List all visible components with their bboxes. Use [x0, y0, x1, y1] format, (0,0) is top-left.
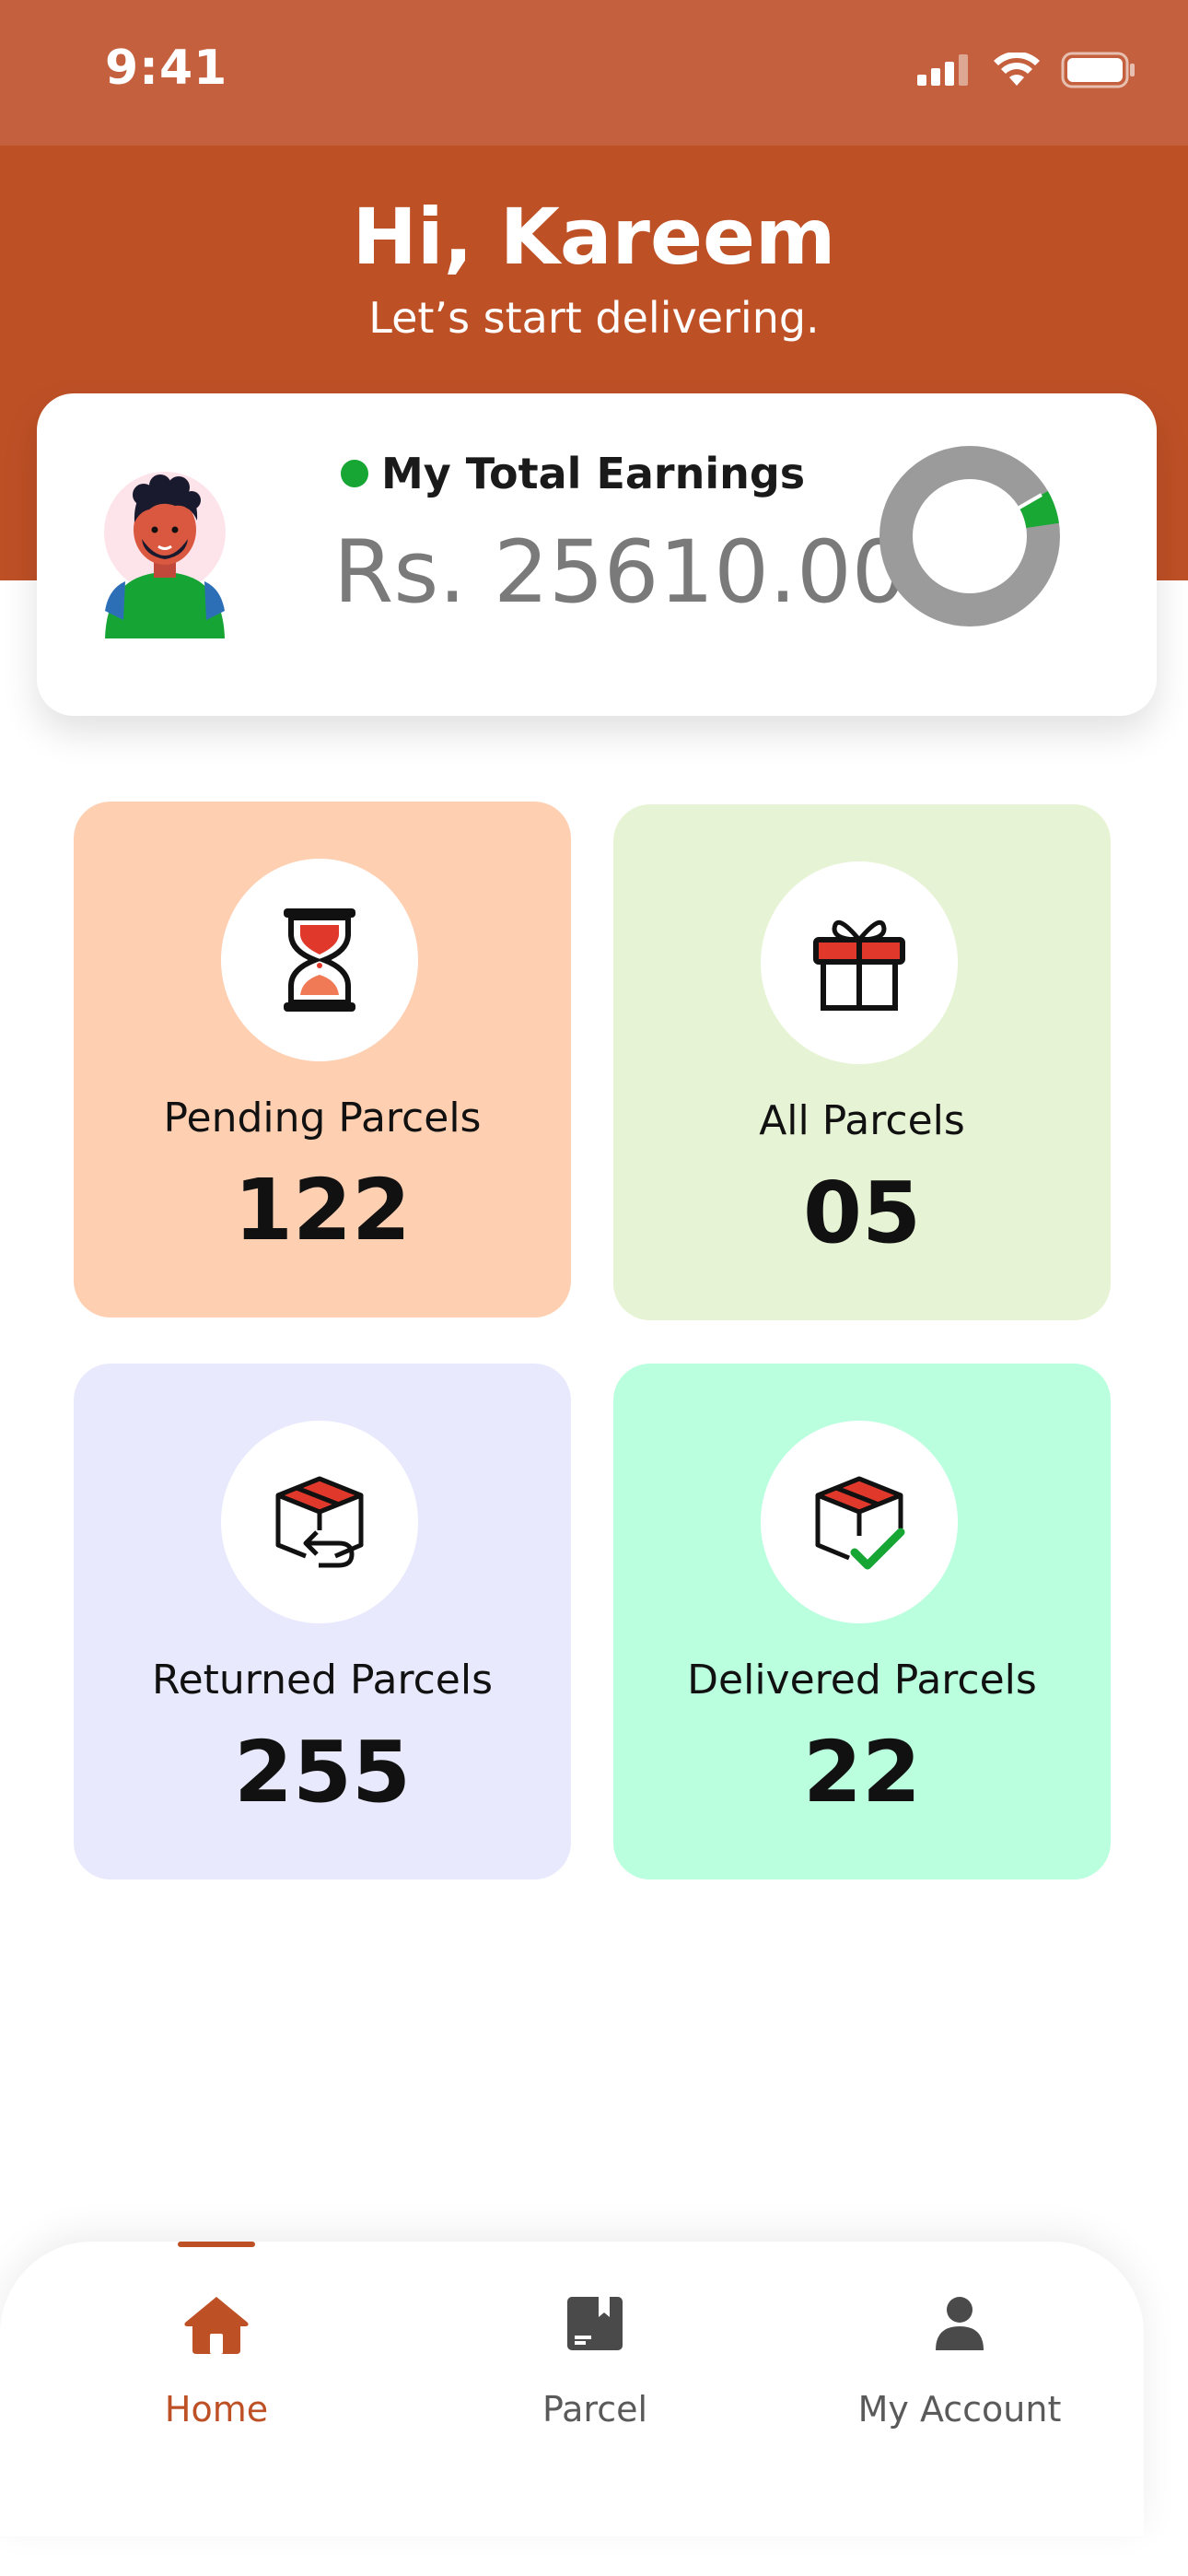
earnings-amount: Rs. 25610.00 — [333, 522, 907, 623]
nav-label: Home — [164, 2389, 269, 2430]
tile-icon-circle — [761, 861, 958, 1064]
bottom-nav: Home Parcel My Account — [0, 2242, 1144, 2536]
parcel-icon — [567, 2297, 623, 2350]
earnings-title: My Total Earnings — [381, 449, 806, 498]
gift-icon — [813, 919, 905, 1011]
earnings-title-row: My Total Earnings — [341, 449, 805, 498]
nav-item-parcel[interactable]: Parcel — [429, 2242, 761, 2472]
earnings-card[interactable]: My Total Earnings Rs. 25610.00 — [37, 393, 1157, 716]
returned-parcels-tile[interactable]: Returned Parcels 255 — [74, 1364, 571, 1879]
tile-icon-circle — [221, 1421, 418, 1623]
nav-item-my-account[interactable]: My Account — [794, 2242, 1125, 2472]
account-icon — [936, 2297, 984, 2350]
tile-count: 122 — [233, 1161, 412, 1259]
nav-item-home[interactable]: Home — [51, 2242, 382, 2472]
avatar[interactable] — [87, 463, 243, 638]
home-icon — [184, 2297, 249, 2354]
tile-label: Returned Parcels — [151, 1657, 494, 1704]
online-status-dot — [341, 460, 368, 487]
tile-icon-circle — [221, 859, 418, 1061]
all-parcels-tile[interactable]: All Parcels 05 — [613, 804, 1111, 1320]
pending-parcels-tile[interactable]: Pending Parcels 122 — [74, 802, 571, 1317]
status-time: 9:41 — [105, 41, 228, 96]
tile-label: Pending Parcels — [163, 1095, 482, 1142]
tile-count: 255 — [233, 1723, 412, 1821]
wifi-icon — [994, 53, 1040, 86]
tile-count: 22 — [802, 1723, 922, 1821]
nav-label: Parcel — [542, 2389, 648, 2430]
battery-icon — [1061, 52, 1135, 88]
status-bar: 9:41 — [0, 0, 1188, 146]
hourglass-icon — [284, 908, 355, 1012]
greeting-title: Hi, Kareem — [352, 192, 836, 282]
box-check-icon — [815, 1476, 905, 1570]
tile-label: All Parcels — [759, 1097, 965, 1144]
delivered-parcels-tile[interactable]: Delivered Parcels 22 — [613, 1364, 1111, 1879]
nav-label: My Account — [857, 2389, 1062, 2430]
tile-count: 05 — [802, 1164, 922, 1262]
tile-label: Delivered Parcels — [687, 1657, 1037, 1704]
box-return-icon — [275, 1476, 364, 1568]
status-icons — [917, 52, 1136, 88]
signal-icon — [917, 54, 968, 86]
earnings-donut-chart — [879, 446, 1060, 627]
greeting-subtitle: Let’s start delivering. — [368, 293, 820, 343]
tile-icon-circle — [761, 1421, 958, 1623]
